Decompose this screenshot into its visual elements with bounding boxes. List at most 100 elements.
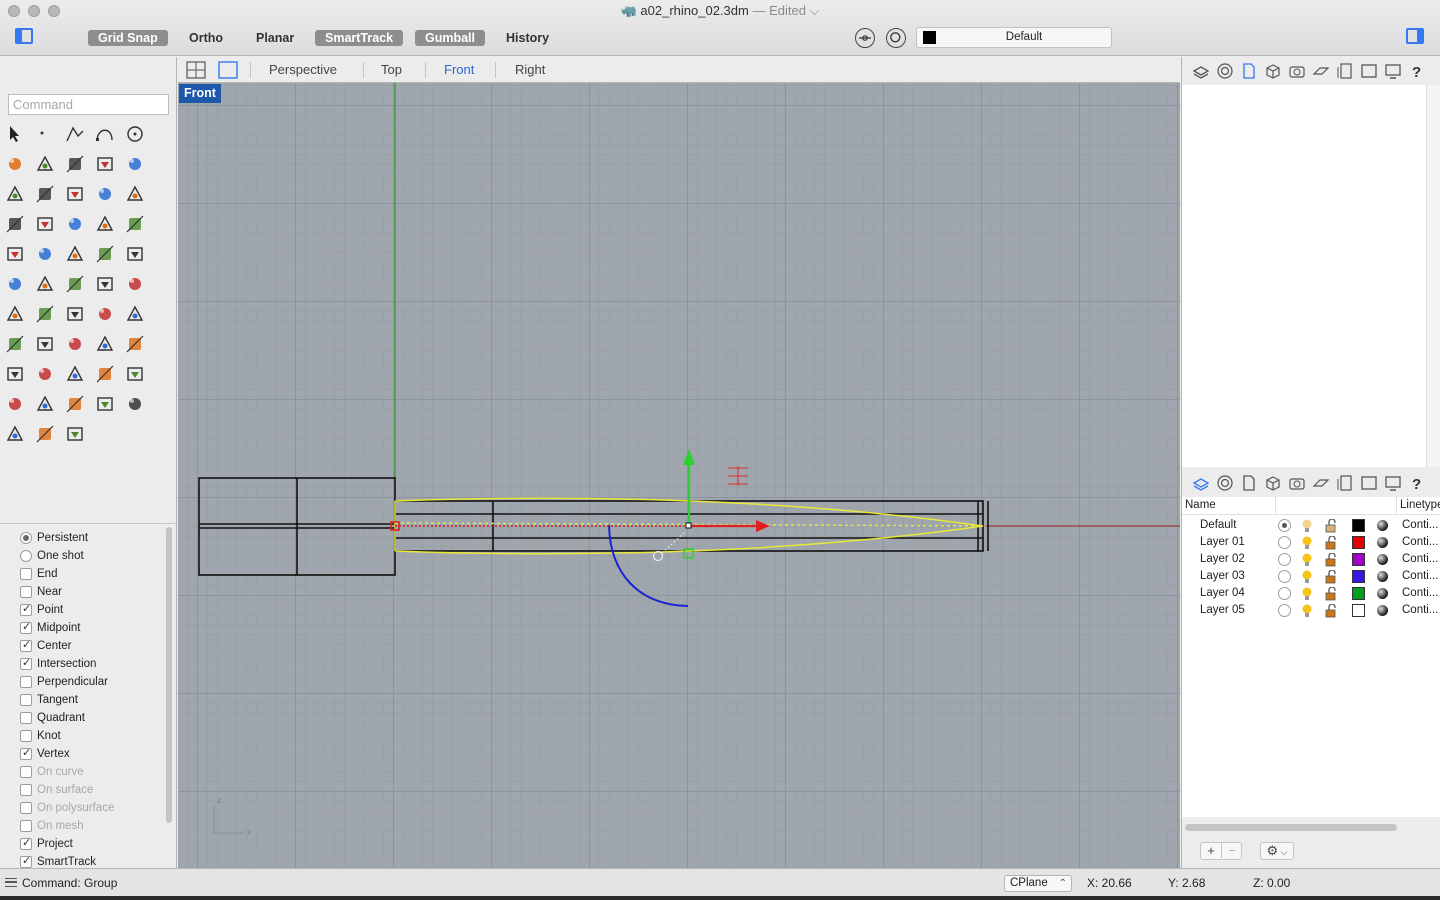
fillet-icon[interactable] bbox=[124, 153, 146, 175]
named-position-icon[interactable] bbox=[34, 423, 56, 445]
surface-points-icon[interactable] bbox=[4, 183, 26, 205]
osnap-perpendicular[interactable]: Perpendicular bbox=[20, 675, 165, 693]
osnap-near[interactable]: Near bbox=[20, 585, 165, 603]
name-column-header[interactable]: Name bbox=[1185, 499, 1216, 511]
arc-icon[interactable] bbox=[34, 153, 56, 175]
layer-linetype[interactable]: Conti... bbox=[1402, 587, 1438, 599]
plane-icon[interactable] bbox=[64, 363, 86, 385]
network-icon[interactable] bbox=[34, 243, 56, 265]
layer-linetype[interactable]: Conti... bbox=[1402, 570, 1438, 582]
osnap-project-checkbox[interactable] bbox=[20, 836, 32, 850]
osnap-scrollbar[interactable] bbox=[166, 527, 172, 823]
tab-perspective[interactable]: Perspective bbox=[269, 62, 337, 77]
loft-icon[interactable] bbox=[34, 183, 56, 205]
layer-linetype[interactable]: Conti... bbox=[1402, 553, 1438, 565]
current-layer-radio[interactable] bbox=[1278, 570, 1291, 583]
material-sphere-icon[interactable] bbox=[1377, 571, 1388, 582]
layer-row[interactable]: Layer 03 Conti... bbox=[1182, 568, 1440, 585]
osnap-on-curve-checkbox[interactable] bbox=[20, 766, 32, 778]
current-layer-radio[interactable] bbox=[1278, 553, 1291, 566]
extend-icon[interactable] bbox=[124, 213, 146, 235]
layer-options-gear-icon[interactable]: ⚙︎ ⌵ bbox=[1260, 842, 1294, 860]
toggle-planar[interactable]: Planar bbox=[246, 30, 304, 46]
layer-color-swatch[interactable] bbox=[1352, 553, 1365, 566]
layer-name[interactable]: Default bbox=[1200, 519, 1236, 531]
lock-icon[interactable] bbox=[4, 393, 26, 415]
circle-icon[interactable] bbox=[124, 123, 146, 145]
edit-points-icon[interactable] bbox=[64, 273, 86, 295]
array-grid-icon[interactable] bbox=[4, 303, 26, 325]
viewport-tab-icon[interactable] bbox=[1360, 474, 1378, 492]
osnap-vertex-checkbox[interactable] bbox=[20, 746, 32, 760]
solid-edit-icon[interactable] bbox=[94, 273, 116, 295]
tab-right[interactable]: Right bbox=[515, 62, 545, 77]
zoom-window-icon[interactable] bbox=[64, 333, 86, 355]
osnap-toggle-icon[interactable] bbox=[855, 28, 875, 48]
viewport-title-label[interactable]: Front bbox=[179, 84, 221, 103]
dimension-icon[interactable] bbox=[124, 273, 146, 295]
ellipse-icon[interactable] bbox=[4, 153, 26, 175]
cplane-select[interactable]: CPlane bbox=[1004, 875, 1072, 892]
osnap-quadrant-checkbox[interactable] bbox=[20, 712, 32, 724]
osnap-intersection-checkbox[interactable] bbox=[20, 656, 32, 670]
tab-front[interactable]: Front bbox=[444, 62, 474, 77]
light-icon[interactable] bbox=[124, 363, 146, 385]
layer-linetype[interactable]: Conti... bbox=[1402, 519, 1438, 531]
toggle-ortho[interactable]: Ortho bbox=[179, 30, 233, 46]
layers-tab-icon[interactable] bbox=[1192, 62, 1210, 80]
material-sphere-icon[interactable] bbox=[1377, 588, 1388, 599]
current-layer-dropdown[interactable]: Default bbox=[916, 27, 1112, 48]
help-icon[interactable]: ? bbox=[1408, 62, 1426, 81]
check-icon[interactable] bbox=[94, 303, 116, 325]
properties-scrollbar[interactable] bbox=[1426, 85, 1440, 467]
snapshot-icon[interactable] bbox=[94, 363, 116, 385]
visibility-bulb-icon[interactable] bbox=[1301, 587, 1313, 601]
trim-icon[interactable] bbox=[94, 213, 116, 235]
osnap-on-surface-checkbox[interactable] bbox=[20, 784, 32, 796]
toggle-smarttrack[interactable]: SmartTrack bbox=[315, 30, 404, 46]
current-layer-radio[interactable] bbox=[1278, 604, 1291, 617]
viewport-tab-icon[interactable] bbox=[1360, 62, 1378, 80]
command-input[interactable] bbox=[8, 94, 169, 115]
osnap-center[interactable]: Center bbox=[20, 638, 165, 657]
osnap-quadrant[interactable]: Quadrant bbox=[20, 711, 165, 729]
toggle-gumball[interactable]: Gumball bbox=[415, 30, 486, 46]
render-tab-icon[interactable] bbox=[1288, 474, 1306, 492]
visibility-bulb-icon[interactable] bbox=[1301, 553, 1313, 567]
rotate-view-icon[interactable] bbox=[4, 363, 26, 385]
layer-color-swatch[interactable] bbox=[1352, 587, 1365, 600]
osnap-knot[interactable]: Knot bbox=[20, 729, 165, 747]
osnap-one-shot[interactable]: One shot bbox=[20, 549, 165, 567]
named-views-tab-icon[interactable] bbox=[1336, 474, 1354, 492]
sphere-material-icon[interactable] bbox=[94, 393, 116, 415]
display-tab-icon[interactable] bbox=[1264, 62, 1282, 80]
lock-icon[interactable] bbox=[1325, 552, 1337, 567]
layer-name[interactable]: Layer 05 bbox=[1200, 604, 1245, 616]
extrude-surface-icon[interactable] bbox=[4, 213, 26, 235]
layer-row[interactable]: Layer 05 Conti... bbox=[1182, 602, 1440, 619]
group-icon[interactable] bbox=[4, 243, 26, 265]
render-sphere-icon[interactable] bbox=[4, 423, 26, 445]
point-icon[interactable] bbox=[34, 123, 56, 145]
select-arrow-icon[interactable] bbox=[4, 123, 26, 145]
explode-icon[interactable] bbox=[34, 213, 56, 235]
search-icon[interactable] bbox=[124, 333, 146, 355]
osnap-on-polysurface-checkbox[interactable] bbox=[20, 802, 32, 814]
color-wheel-icon[interactable] bbox=[64, 393, 86, 415]
osnap-on-curve[interactable]: On curve bbox=[20, 765, 165, 783]
transform-icon[interactable] bbox=[64, 423, 86, 445]
osnap-near-checkbox[interactable] bbox=[20, 586, 32, 598]
layer-name[interactable]: Layer 01 bbox=[1200, 536, 1245, 548]
display-tab-icon[interactable] bbox=[1264, 474, 1282, 492]
osnap-project[interactable]: Project bbox=[20, 836, 165, 855]
help-icon[interactable]: ? bbox=[1408, 474, 1426, 493]
osnap-one-shot-radio[interactable] bbox=[20, 550, 32, 562]
zoom-selected-icon[interactable] bbox=[94, 333, 116, 355]
osnap-vertex[interactable]: Vertex bbox=[20, 746, 165, 765]
osnap-persistent[interactable]: Persistent bbox=[20, 531, 165, 549]
lock-icon[interactable] bbox=[1325, 535, 1337, 550]
layer-name[interactable]: Layer 02 bbox=[1200, 553, 1245, 565]
toggle-left-panel-icon[interactable] bbox=[15, 28, 35, 48]
lock-icon[interactable] bbox=[1325, 569, 1337, 584]
visibility-bulb-icon[interactable] bbox=[1301, 536, 1313, 550]
